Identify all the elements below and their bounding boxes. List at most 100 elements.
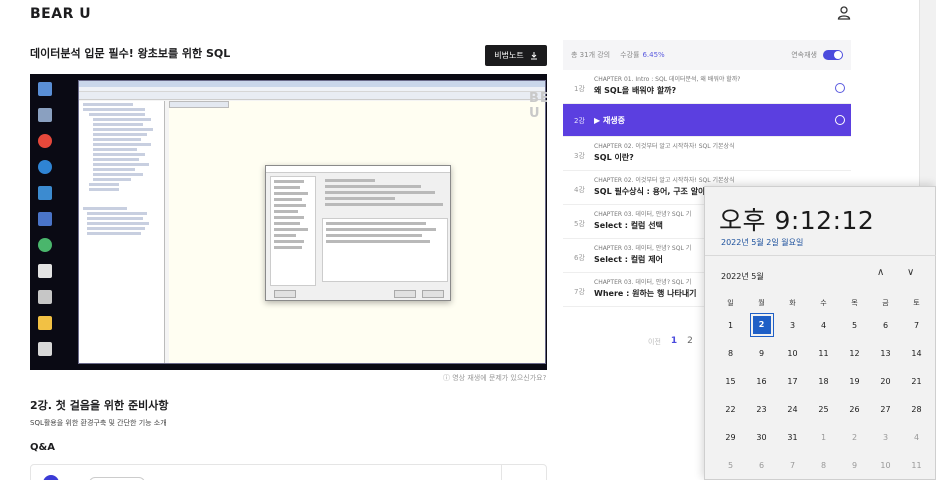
chapter-sub: CHAPTER 01. Intro : SQL 데이터분석, 왜 배워야 할까?	[594, 76, 741, 83]
calendar-day[interactable]: 11	[901, 461, 932, 470]
video-watermark: BEAR U	[529, 91, 547, 121]
calendar-day[interactable]: 21	[901, 377, 932, 386]
weekday-label: 수	[820, 299, 827, 307]
calendar-day[interactable]: 24	[777, 405, 808, 414]
calendar-day[interactable]: 2	[746, 313, 777, 337]
chapter-item-2[interactable]: 2강 ▶ 재생중	[563, 104, 851, 137]
section-description: SQL활용을 위한 환경구축 및 간단한 기능 소개	[30, 419, 167, 427]
chevron-down-icon[interactable]: ∨	[907, 267, 914, 278]
calendar-day[interactable]: 20	[870, 377, 901, 386]
calendar-day[interactable]: 3	[870, 433, 901, 442]
calendar-day[interactable]: 13	[870, 349, 901, 358]
calendar-day[interactable]: 1	[715, 321, 746, 330]
calendar-day[interactable]: 25	[808, 405, 839, 414]
progress-label: 수강률	[620, 51, 640, 59]
video-player[interactable]: BEAR U	[30, 74, 547, 370]
qa-card[interactable]	[30, 464, 547, 480]
chapter-num: 2강	[574, 117, 585, 125]
sql-developer-window: BEAR U	[78, 80, 547, 364]
page-2[interactable]: 2	[687, 336, 693, 347]
avatar	[43, 475, 59, 480]
calendar-flyout: 오후 9:12:12 2022년 5월 2일 월요일 2022년 5월 ∧ ∨ …	[704, 186, 936, 480]
calendar-day[interactable]: 27	[870, 405, 901, 414]
weekday-label: 일	[727, 299, 734, 307]
weekday-label: 월	[758, 299, 765, 307]
calendar-day[interactable]: 8	[715, 349, 746, 358]
calendar-day[interactable]: 26	[839, 405, 870, 414]
chapter-name: 왜 SQL을 배워야 할까?	[594, 86, 677, 95]
connections-tree	[79, 101, 165, 363]
calendar-day[interactable]: 30	[746, 433, 777, 442]
calendar-day[interactable]: 2	[839, 433, 870, 442]
weekday-header: 일월화수목금토	[715, 295, 931, 311]
video-problem-link[interactable]: ⓘ 영상 재생에 문제가 있으신가요?	[443, 373, 546, 383]
calendar-day[interactable]: 9	[746, 349, 777, 358]
calendar-day[interactable]: 14	[901, 349, 932, 358]
calendar-day[interactable]: 29	[715, 433, 746, 442]
preferences-dialog	[265, 165, 451, 301]
chapter-num: 5강	[574, 220, 585, 228]
calendar-day[interactable]: 1	[808, 433, 839, 442]
calendar-day[interactable]: 10	[777, 349, 808, 358]
autoplay-toggle[interactable]	[823, 50, 843, 60]
calendar-day[interactable]: 7	[901, 321, 932, 330]
chapter-item-1[interactable]: 1강 CHAPTER 01. Intro : SQL 데이터분석, 왜 배워야 …	[563, 70, 851, 104]
chapter-sub: CHAPTER 03. 데이터, 안녕? SQL 기	[594, 245, 692, 252]
calendar-day[interactable]: 31	[777, 433, 808, 442]
calendar-day[interactable]: 6	[870, 321, 901, 330]
chapter-sub: CHAPTER 02. 이것부터 알고 시작하자! SQL 기본상식	[594, 143, 735, 150]
calendar-day[interactable]: 9	[839, 461, 870, 470]
clock-time: 오후 9:12:12	[719, 206, 875, 235]
qa-title: Q&A	[30, 442, 55, 453]
chevron-up-icon[interactable]: ∧	[877, 267, 884, 278]
desktop-icons	[30, 74, 76, 370]
calendar-day[interactable]: 19	[839, 377, 870, 386]
page-1[interactable]: 1	[671, 336, 677, 347]
calendar-day[interactable]: 3	[777, 321, 808, 330]
chapter-num: 4강	[574, 186, 585, 194]
calendar-month[interactable]: 2022년 5월	[721, 271, 764, 282]
calendar-day[interactable]: 12	[839, 349, 870, 358]
calendar-day[interactable]: 15	[715, 377, 746, 386]
chapter-name: SQL 이란?	[594, 153, 634, 162]
check-icon	[835, 83, 845, 93]
check-icon	[835, 115, 845, 125]
panel-header: 총 31개 강의 수강률 6.45% 연속재생	[563, 40, 851, 70]
user-icon[interactable]	[836, 5, 852, 21]
pager-prev[interactable]: 이전	[648, 336, 661, 347]
pagination: 이전 1 2	[648, 336, 693, 347]
chapter-name: Select : 컬럼 선택	[594, 221, 663, 230]
calendar-day[interactable]: 16	[746, 377, 777, 386]
chapter-num: 7강	[574, 288, 585, 296]
clock-date[interactable]: 2022년 5월 2일 월요일	[721, 237, 803, 248]
calendar-days: 1 2 3 4 5 6 7 8 9 10 11 12 13 14 15 16 17 18 19 20 21 22 23 24 2…	[715, 311, 931, 479]
section-title: 2강. 첫 걸음을 위한 준비사항	[30, 399, 169, 412]
chapter-num: 3강	[574, 152, 585, 160]
note-download-button[interactable]: 비법노트	[485, 45, 547, 66]
lecture-title: 데이터분석 입문 필수! 왕초보를 위한 SQL	[30, 47, 231, 60]
calendar-day[interactable]: 11	[808, 349, 839, 358]
calendar-day[interactable]: 10	[870, 461, 901, 470]
progress-value: 6.45%	[642, 51, 665, 59]
calendar-day[interactable]: 5	[715, 461, 746, 470]
calendar-day[interactable]: 23	[746, 405, 777, 414]
calendar-day[interactable]: 8	[808, 461, 839, 470]
autoplay-label: 연속재생	[791, 51, 817, 59]
chapter-name: Select : 컬럼 제어	[594, 255, 663, 264]
calendar-day[interactable]: 18	[808, 377, 839, 386]
calendar-day[interactable]: 28	[901, 405, 932, 414]
calendar-day[interactable]: 17	[777, 377, 808, 386]
logo[interactable]: BEAR U	[30, 6, 91, 22]
note-button-label: 비법노트	[494, 51, 524, 60]
calendar-day[interactable]: 5	[839, 321, 870, 330]
calendar-day[interactable]: 7	[777, 461, 808, 470]
calendar-day[interactable]: 4	[901, 433, 932, 442]
chapter-name: ▶ 재생중	[594, 116, 626, 125]
weekday-label: 목	[851, 299, 858, 307]
chapter-name: SQL 필수상식 : 용어, 구조 알아	[594, 187, 706, 196]
calendar-day[interactable]: 6	[746, 461, 777, 470]
chapter-name: Where : 원하는 행 나타내기	[594, 289, 697, 298]
chapter-item-3[interactable]: 3강 CHAPTER 02. 이것부터 알고 시작하자! SQL 기본상식 SQ…	[563, 137, 851, 171]
calendar-day[interactable]: 22	[715, 405, 746, 414]
calendar-day[interactable]: 4	[808, 321, 839, 330]
